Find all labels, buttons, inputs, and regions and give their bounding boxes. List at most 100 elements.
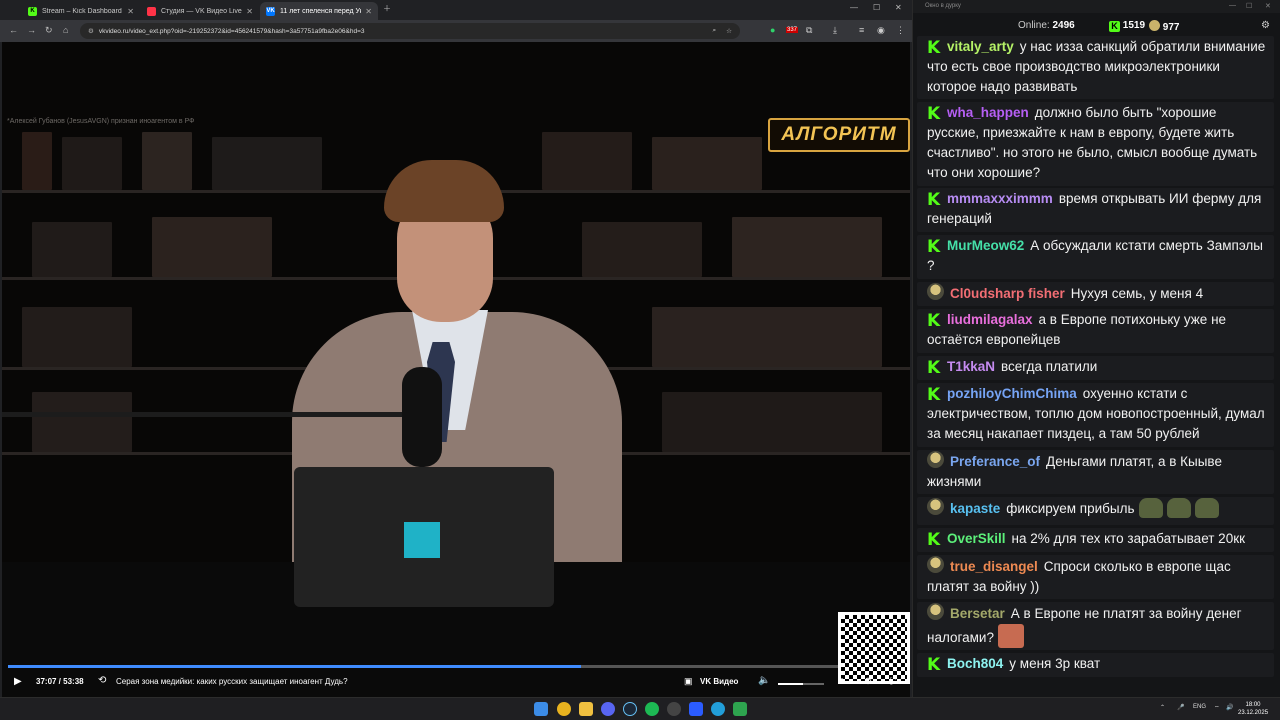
app-icon[interactable] [689,702,703,716]
extension-badge[interactable]: 337 [786,27,799,33]
kick-badge-icon: K [927,358,941,378]
chat-titlebar: Окно в дурку — ☐ ✕ [913,0,1280,13]
pip-icon[interactable]: ⧉ [838,676,844,687]
presenter-hair [384,160,504,222]
tray-chevron-icon[interactable]: ⌃ [1160,704,1165,711]
menu-icon[interactable]: ⋮ [896,25,905,36]
online-count: 2496 [1052,20,1075,31]
chat-username[interactable]: Boch804 [947,656,1003,671]
close-tab-icon[interactable]: ✕ [246,7,253,16]
language-indicator[interactable]: ENG [1193,704,1206,710]
settings-icon[interactable]: ⚙ [864,676,872,687]
online-label: Online: [1018,20,1050,31]
bookmark-star-icon[interactable]: ☆ [726,27,732,35]
kick-badge-icon: K [927,655,941,675]
chat-text: всегда платили [1001,359,1098,374]
volume-tray-icon[interactable]: 🔊 [1226,704,1233,711]
spotify-icon[interactable] [645,702,659,716]
mic-icon[interactable]: 🎤 [1177,704,1184,711]
forward-icon[interactable]: → [27,25,36,35]
vk-video-brand[interactable]: VK Видео [700,677,738,686]
episodes-icon[interactable]: ⟲ [98,675,106,686]
profile-icon[interactable]: ◉ [877,25,885,36]
url-text: vkvideo.ru/video_ext.php?oid=-219252372&… [98,27,365,35]
chat-username[interactable]: pozhiloyChimChima [947,386,1077,401]
chat-username[interactable]: true_disangel [950,559,1038,574]
telegram-icon[interactable] [711,702,725,716]
chat-username[interactable]: mmmaxxximmm [947,191,1053,206]
kick-badge-icon: K [927,104,941,124]
chrome-icon[interactable] [557,702,571,716]
chat-username[interactable]: wha_happen [947,105,1029,120]
laptop [294,467,554,607]
close-tab-icon[interactable]: ✕ [127,7,134,16]
chat-username[interactable]: Preferance_of [950,454,1040,469]
chat-username[interactable]: OverSkill [947,531,1006,546]
back-icon[interactable]: ← [9,25,18,35]
book [32,222,112,277]
book [652,137,762,190]
vk-icon: VK [266,6,275,16]
fullscreen-icon[interactable]: ⛶ [890,676,896,687]
desktop: K Stream – Kick Dashboard ✕ Студия — VK … [0,0,1280,720]
chat-text: на 2% для тех кто зарабатывает 20кк [1011,531,1246,546]
extensions-icon[interactable]: ⧉ [806,25,812,36]
tab-kick-dashboard[interactable]: K Stream – Kick Dashboard ✕ [22,2,140,20]
chat-username[interactable]: Bersetar [950,606,1005,621]
video-progress-bar[interactable] [8,665,838,668]
home-icon[interactable]: ⌂ [63,25,68,35]
volume-slider[interactable] [778,683,824,685]
kick-icon: K [1109,21,1120,32]
new-tab-icon[interactable]: ＋ [383,3,391,14]
address-bar[interactable]: ⚙ vkvideo.ru/video_ext.php?oid=-21925237… [80,23,740,39]
close-tab-icon[interactable]: ✕ [365,7,372,16]
minimize-icon[interactable]: — [1229,2,1236,9]
browser-toolbar: ← → ↻ ⌂ ⚙ vkvideo.ru/video_ext.php?oid=-… [0,20,912,42]
vk-viewers: 977 [1149,20,1179,33]
close-window-icon[interactable]: ✕ [1265,2,1271,10]
book [22,132,52,190]
chat-window-title: Окно в дурку [925,3,961,9]
progress-fill [8,665,581,668]
zoom-icon[interactable]: ⌕ [713,27,717,35]
file-explorer-icon[interactable] [579,702,593,716]
chat-username[interactable]: T1kkaN [947,359,995,374]
app-icon[interactable] [733,702,747,716]
book [152,217,272,277]
download-icon[interactable]: ⤓ [833,25,837,36]
algoritm-logo: АЛГОРИТМ [768,118,910,152]
tab-vk-studio[interactable]: Студия — VK Видео Live ✕ [141,2,259,20]
book [62,137,122,190]
system-clock[interactable]: 18:00 23.12.2025 [1238,701,1268,717]
vk-live-icon [147,6,156,16]
chat-username[interactable]: Cl0udsharp fisher [950,286,1065,301]
vk-avatar-icon [1149,20,1160,31]
kick-viewers: K 1519 [1109,20,1145,32]
discord-icon[interactable] [601,702,615,716]
chat-username[interactable]: vitaly_arty [947,39,1014,54]
obs-icon[interactable] [667,702,681,716]
chat-message: Kmmmaxxximmm время открывать ИИ ферму для… [917,188,1274,232]
network-icon[interactable]: ⌔ [1214,704,1220,712]
chat-username[interactable]: MurMeow62 [947,238,1024,253]
site-info-icon[interactable]: ⚙ [88,27,94,35]
video-player[interactable]: *Алексей Губанов (JesusAVGN) признан ино… [2,42,910,697]
chat-settings-icon[interactable]: ⚙ [1261,20,1270,31]
extension-green-icon[interactable]: ● [770,25,775,35]
chat-message: KpozhiloyChimChima охуенно кстати с элект… [917,383,1274,447]
media-control-icon[interactable]: ≡ [859,25,864,35]
maximize-icon[interactable]: ☐ [1246,2,1252,10]
play-icon[interactable]: ▶ [14,676,22,687]
steam-icon[interactable] [623,702,637,716]
volume-icon[interactable]: 🔈 [758,675,770,686]
start-icon[interactable] [534,702,548,716]
chat-username[interactable]: liudmilagalax [947,312,1033,327]
close-window-icon[interactable]: ✕ [895,3,902,12]
maximize-icon[interactable]: ☐ [873,3,880,12]
book [662,392,882,452]
chat-username[interactable]: kapaste [950,501,1000,516]
minimize-icon[interactable]: — [850,3,858,12]
tab-vk-video[interactable]: VK 11 лет спеленся перед Укр ✕ [260,2,378,20]
book [582,222,702,277]
reload-icon[interactable]: ↻ [45,25,53,36]
